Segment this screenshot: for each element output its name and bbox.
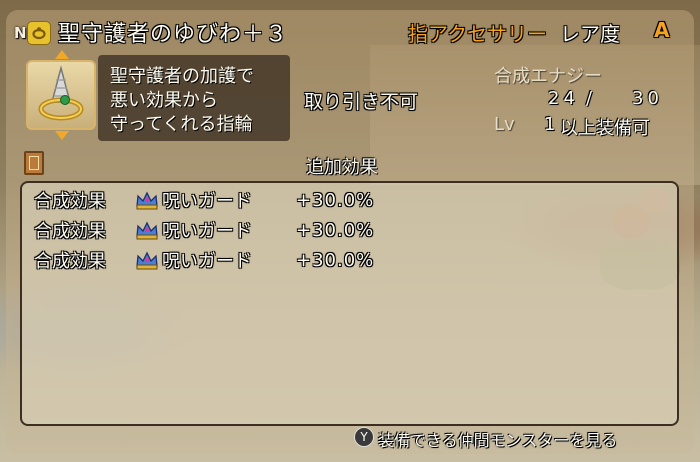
effect-row: 合成効果 呪いガード +30.0% — [34, 217, 374, 243]
effect-source: 合成効果 — [34, 221, 106, 242]
item-name: 聖守護者のゆびわ＋３ — [58, 22, 289, 47]
y-button-icon[interactable]: Y — [354, 427, 374, 447]
effects-title: 追加効果 — [306, 157, 378, 178]
arrow-down-icon[interactable] — [55, 131, 69, 140]
effect-value: +30.0% — [296, 249, 375, 271]
trade-status: 取り引き不可 — [304, 91, 419, 113]
level-suffix: 以上装備可 — [560, 118, 650, 139]
item-type: 指アクセサリー — [408, 22, 547, 46]
effect-name: 呪いガード — [162, 191, 252, 212]
arrow-up-icon[interactable] — [55, 50, 69, 59]
crown-icon — [136, 251, 158, 270]
level-value: 1 — [544, 114, 556, 135]
rarity-value: A — [654, 18, 670, 42]
book-icon[interactable] — [24, 151, 44, 175]
effect-name: 呪いガード — [162, 221, 252, 242]
ring-icon — [27, 21, 51, 45]
description-line: 悪い効果から — [110, 90, 218, 111]
effect-source: 合成効果 — [34, 251, 106, 272]
effect-name: 呪いガード — [162, 251, 252, 272]
effect-row: 合成効果 呪いガード +30.0% — [34, 187, 374, 213]
view-monsters-hint[interactable]: 装備できる仲間モンスターを見る — [378, 427, 617, 451]
energy-max: 30 — [632, 88, 663, 109]
effect-row: 合成効果 呪いガード +30.0% — [34, 247, 374, 273]
effect-source: 合成効果 — [34, 191, 106, 212]
description-line: 守ってくれる指輪 — [110, 114, 253, 135]
level-label: Lv — [494, 114, 515, 135]
ring-icon — [38, 65, 84, 121]
effect-value: +30.0% — [296, 189, 375, 211]
item-icon-box — [26, 60, 96, 130]
effect-value: +30.0% — [296, 219, 375, 241]
description-line: 聖守護者の加護で — [110, 66, 254, 87]
crown-icon — [136, 191, 158, 210]
energy-current: 24 — [548, 88, 579, 109]
grade-label: N — [14, 24, 27, 42]
energy-separator: / — [586, 88, 593, 109]
energy-label: 合成エナジー — [494, 66, 602, 87]
rarity-label: レア度 — [560, 22, 620, 46]
crown-icon — [136, 221, 158, 240]
